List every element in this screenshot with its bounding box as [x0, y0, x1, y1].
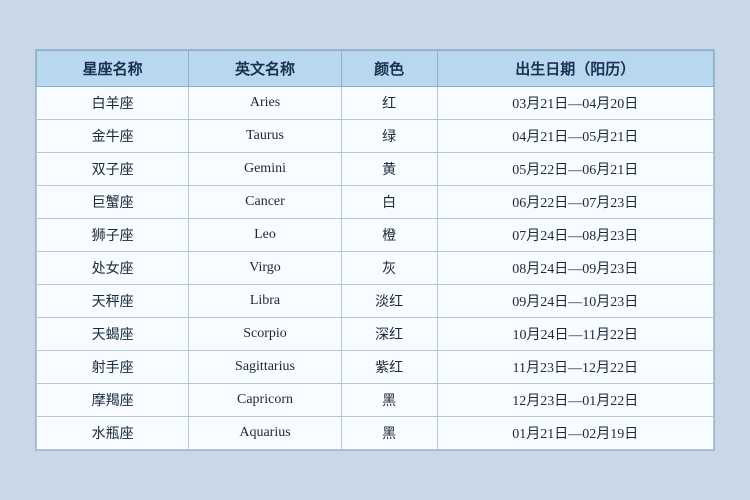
- table-row: 狮子座Leo橙07月24日—08月23日: [37, 219, 714, 252]
- zodiac-table-container: 星座名称英文名称颜色出生日期（阳历） 白羊座Aries红03月21日—04月20…: [35, 49, 715, 451]
- table-cell-8-0: 射手座: [37, 351, 189, 384]
- table-cell-5-3: 08月24日—09月23日: [437, 252, 713, 285]
- table-row: 白羊座Aries红03月21日—04月20日: [37, 87, 714, 120]
- table-cell-9-2: 黑: [341, 384, 437, 417]
- table-cell-6-1: Libra: [189, 285, 341, 318]
- table-cell-7-2: 深红: [341, 318, 437, 351]
- table-row: 水瓶座Aquarius黑01月21日—02月19日: [37, 417, 714, 450]
- table-cell-3-0: 巨蟹座: [37, 186, 189, 219]
- table-cell-9-3: 12月23日—01月22日: [437, 384, 713, 417]
- table-cell-0-1: Aries: [189, 87, 341, 120]
- table-cell-2-1: Gemini: [189, 153, 341, 186]
- table-row: 天蝎座Scorpio深红10月24日—11月22日: [37, 318, 714, 351]
- zodiac-table: 星座名称英文名称颜色出生日期（阳历） 白羊座Aries红03月21日—04月20…: [36, 50, 714, 450]
- table-cell-4-0: 狮子座: [37, 219, 189, 252]
- table-row: 双子座Gemini黄05月22日—06月21日: [37, 153, 714, 186]
- table-cell-7-3: 10月24日—11月22日: [437, 318, 713, 351]
- table-cell-8-2: 紫红: [341, 351, 437, 384]
- table-cell-9-0: 摩羯座: [37, 384, 189, 417]
- table-cell-7-0: 天蝎座: [37, 318, 189, 351]
- table-row: 巨蟹座Cancer白06月22日—07月23日: [37, 186, 714, 219]
- table-cell-0-3: 03月21日—04月20日: [437, 87, 713, 120]
- table-cell-10-1: Aquarius: [189, 417, 341, 450]
- table-cell-2-0: 双子座: [37, 153, 189, 186]
- table-cell-9-1: Capricorn: [189, 384, 341, 417]
- table-cell-2-3: 05月22日—06月21日: [437, 153, 713, 186]
- table-cell-1-3: 04月21日—05月21日: [437, 120, 713, 153]
- table-header-cell: 英文名称: [189, 51, 341, 87]
- table-cell-8-3: 11月23日—12月22日: [437, 351, 713, 384]
- table-cell-5-2: 灰: [341, 252, 437, 285]
- table-cell-10-3: 01月21日—02月19日: [437, 417, 713, 450]
- table-cell-5-1: Virgo: [189, 252, 341, 285]
- table-cell-7-1: Scorpio: [189, 318, 341, 351]
- table-cell-1-0: 金牛座: [37, 120, 189, 153]
- table-header-cell: 颜色: [341, 51, 437, 87]
- table-cell-10-0: 水瓶座: [37, 417, 189, 450]
- table-row: 天秤座Libra淡红09月24日—10月23日: [37, 285, 714, 318]
- table-cell-4-2: 橙: [341, 219, 437, 252]
- table-cell-8-1: Sagittarius: [189, 351, 341, 384]
- table-cell-3-2: 白: [341, 186, 437, 219]
- table-header-cell: 出生日期（阳历）: [437, 51, 713, 87]
- table-cell-3-3: 06月22日—07月23日: [437, 186, 713, 219]
- table-cell-3-1: Cancer: [189, 186, 341, 219]
- table-cell-4-3: 07月24日—08月23日: [437, 219, 713, 252]
- table-cell-1-2: 绿: [341, 120, 437, 153]
- table-cell-2-2: 黄: [341, 153, 437, 186]
- table-cell-4-1: Leo: [189, 219, 341, 252]
- table-cell-10-2: 黑: [341, 417, 437, 450]
- table-row: 射手座Sagittarius紫红11月23日—12月22日: [37, 351, 714, 384]
- table-row: 处女座Virgo灰08月24日—09月23日: [37, 252, 714, 285]
- table-header-cell: 星座名称: [37, 51, 189, 87]
- table-row: 摩羯座Capricorn黑12月23日—01月22日: [37, 384, 714, 417]
- table-cell-0-2: 红: [341, 87, 437, 120]
- table-row: 金牛座Taurus绿04月21日—05月21日: [37, 120, 714, 153]
- table-header-row: 星座名称英文名称颜色出生日期（阳历）: [37, 51, 714, 87]
- table-cell-6-0: 天秤座: [37, 285, 189, 318]
- table-cell-1-1: Taurus: [189, 120, 341, 153]
- table-cell-5-0: 处女座: [37, 252, 189, 285]
- table-cell-6-2: 淡红: [341, 285, 437, 318]
- table-cell-6-3: 09月24日—10月23日: [437, 285, 713, 318]
- table-cell-0-0: 白羊座: [37, 87, 189, 120]
